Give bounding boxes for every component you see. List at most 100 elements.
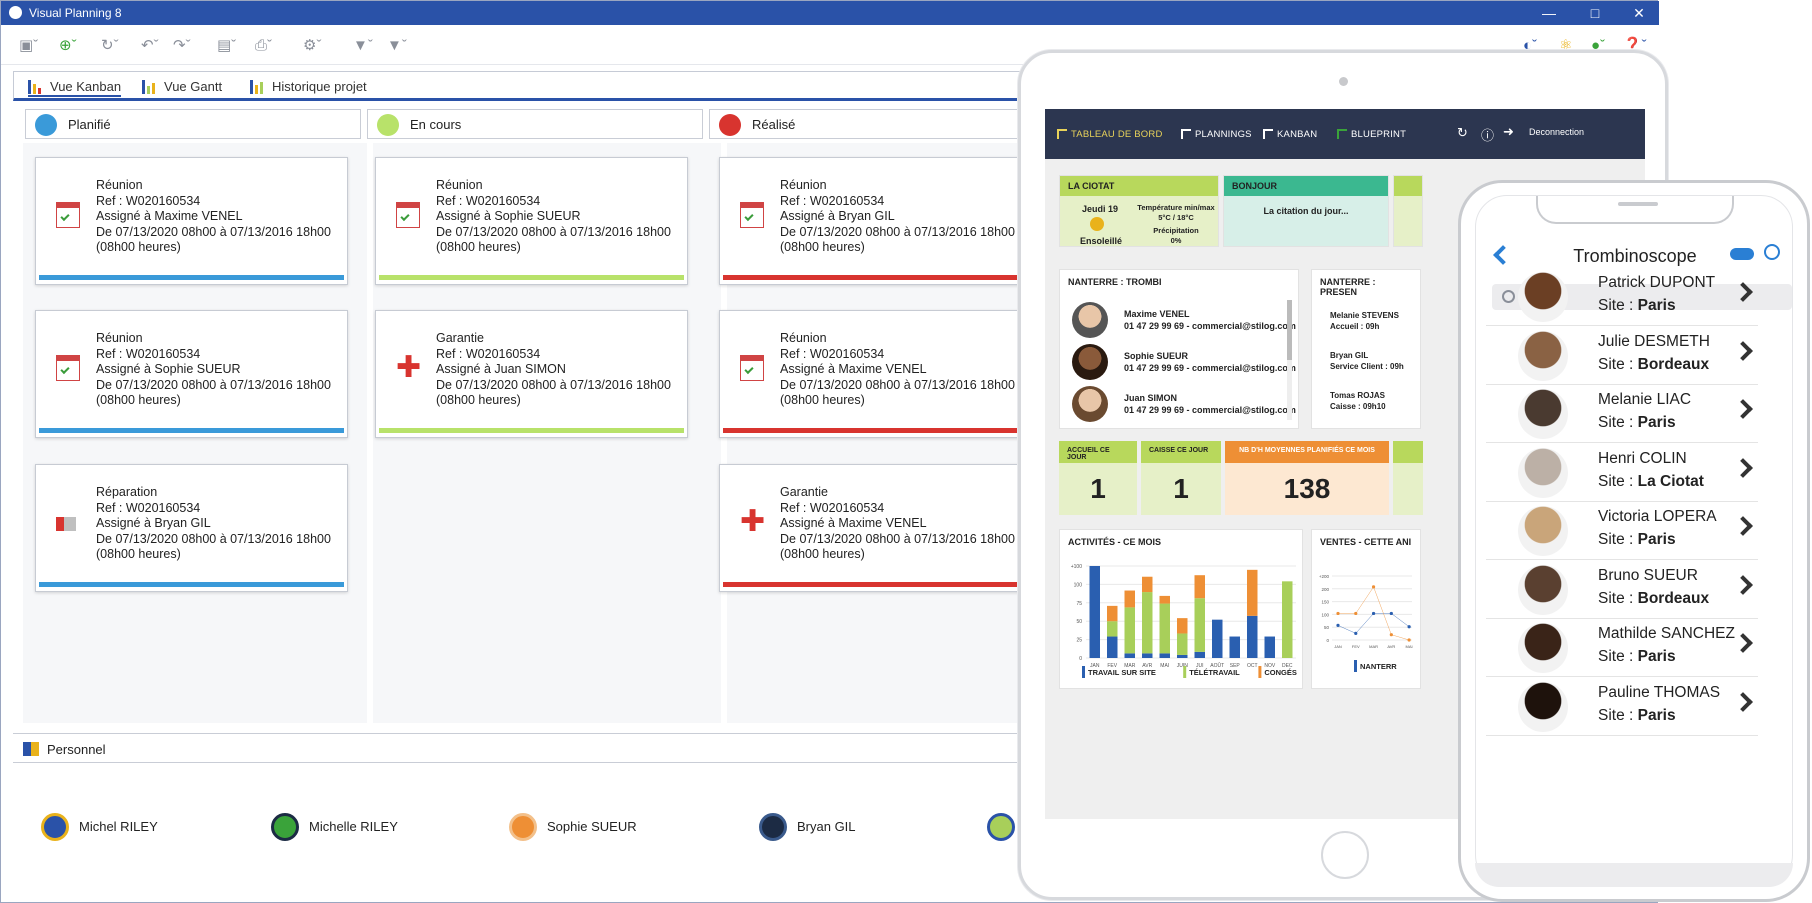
extra-panel (1393, 175, 1423, 247)
avatar (987, 813, 1015, 841)
column-title: En cours (410, 117, 462, 132)
person-site: Site : La Ciotat (1598, 473, 1704, 491)
kanban-card[interactable]: Réunion Ref : W020160534 Assigné à Sophi… (375, 157, 688, 285)
print-icon[interactable]: ⎙ˇ (255, 35, 272, 57)
x-tick-label: MAI (1160, 663, 1169, 669)
tablet-home-button[interactable] (1321, 831, 1369, 879)
person-row[interactable]: Melanie LIAC Site : Paris (1486, 385, 1758, 443)
person-site: Site : Bordeaux (1598, 356, 1709, 374)
display-icon[interactable]: ▤ˇ (217, 35, 236, 57)
history-icon (250, 80, 264, 94)
personnel-title: Personnel (47, 742, 106, 757)
personnel-item[interactable]: Bryan GIL (759, 813, 856, 841)
save-icon[interactable]: ▣ˇ (19, 35, 38, 57)
status-bar (39, 428, 344, 433)
status-bar (379, 428, 684, 433)
person-row[interactable]: Victoria LOPERA Site : Paris (1486, 502, 1758, 560)
column-header-en-cours[interactable]: En cours (367, 109, 703, 139)
kanban-card[interactable]: ✚ Garantie Ref : W020160534 Assigné à Ma… (719, 464, 1032, 592)
activities-bar-chart: 0255075100+100JAN FEV MAR AVR MAI JUIN JUI AOÛT… (1071, 564, 1297, 678)
personnel-item[interactable]: Sophie SUEUR (509, 813, 637, 841)
cloud-icon[interactable] (1730, 248, 1754, 260)
column-header-realise[interactable]: Réalisé (709, 109, 1029, 139)
redo-icon[interactable]: ↷ˇ (173, 35, 191, 57)
personnel-item[interactable]: Michelle RILEY (271, 813, 398, 841)
bar-congs (1194, 575, 1205, 599)
tab-historique-projet[interactable]: Historique projet (250, 77, 367, 97)
kanban-card[interactable]: Réunion Ref : W020160534 Assigné à Bryan… (719, 157, 1032, 285)
person-row[interactable]: Mathilde SANCHEZ Site : Paris (1486, 619, 1758, 677)
scrollbar[interactable] (1287, 300, 1292, 420)
stat-caisse: CAISSE CE JOUR 1 (1141, 441, 1221, 515)
y-tick-label: +100 (1071, 564, 1082, 570)
nav-tableau-de-bord[interactable]: TABLEAU DE BORD (1057, 129, 1163, 140)
weather-condition: Ensoleillé (1080, 236, 1123, 246)
logout-link[interactable]: Deconnection (1529, 127, 1584, 137)
chevron-right-icon (1733, 633, 1753, 653)
bar-travailsursite (1247, 615, 1258, 658)
add-icon[interactable]: ⊕ˇ (59, 35, 77, 57)
bar-congs (1159, 595, 1170, 604)
person-name: Sophie SUEUR (547, 819, 637, 834)
card-text: Réunion Ref : W020160534 Assigné à Sophi… (436, 178, 671, 254)
filter-list-icon[interactable]: ▼ˇ (387, 35, 407, 57)
bar-travailsursite (1229, 636, 1240, 658)
presence-panel: NANTERRE : PRESEN Melanie STEVENS Accueil… (1311, 269, 1421, 429)
stat-value: 1 (1090, 473, 1106, 504)
filter-icon[interactable]: ▼ˇ (353, 35, 373, 57)
weather-title: LA CIOTAT (1060, 176, 1218, 196)
kanban-card[interactable]: Réparation Ref : W020160534 Assigné à Br… (35, 464, 348, 592)
trombi-title: NANTERRE : TROMBI (1068, 277, 1162, 287)
status-bar (723, 428, 1028, 433)
chevron-right-icon (1733, 282, 1753, 302)
card-text: Garantie Ref : W020160534 Assigné à Maxi… (780, 485, 1015, 561)
tab-vue-kanban[interactable]: Vue Kanban (28, 77, 122, 97)
kanban-card[interactable]: Réunion Ref : W020160534 Assigné à Sophi… (35, 310, 348, 438)
tab-vue-gantt[interactable]: Vue Gantt (142, 77, 222, 97)
info-icon[interactable]: ⓘ (1481, 125, 1494, 144)
x-tick-label: MAR (1369, 644, 1378, 649)
status-dot-icon (719, 114, 741, 136)
person-row[interactable]: Bruno SUEUR Site : Bordeaux (1486, 561, 1758, 619)
nav-plannings[interactable]: PLANNINGS (1181, 129, 1252, 140)
ventes-chart-panel: VENTES - CETTE ANI 0 50 100 150 200 +200 JAN FE… (1311, 529, 1421, 689)
kanban-card[interactable]: ✚ Garantie Ref : W020160534 Assigné à Ju… (375, 310, 688, 438)
site-value: Paris (1637, 297, 1676, 314)
refresh-icon[interactable]: ↻ (1457, 125, 1468, 141)
kanban-card[interactable]: Réunion Ref : W020160534 Assigné à Maxim… (35, 157, 348, 285)
close-button[interactable]: ✕ (1619, 3, 1659, 23)
person-name: Pauline THOMAS (1598, 683, 1721, 701)
stat-extra (1393, 441, 1423, 515)
data-point (1336, 623, 1340, 627)
y-tick-label: 50 (1324, 625, 1330, 630)
bar-tltravail (1194, 598, 1205, 652)
bar-congs (1177, 618, 1188, 634)
presence-item: Bryan GIL Service Client : 09h (1330, 350, 1404, 372)
column-header-planifie[interactable]: Planifié (25, 109, 361, 139)
maximize-button[interactable]: □ (1575, 3, 1615, 23)
kanban-card[interactable]: Réunion Ref : W020160534 Assigné à Maxim… (719, 310, 1032, 438)
chevron-right-icon (1733, 516, 1753, 536)
logout-icon[interactable]: ➜ (1503, 124, 1514, 140)
person-row[interactable]: Henri COLIN Site : La Ciotat (1486, 444, 1758, 502)
person-row[interactable]: Pauline THOMAS Site : Paris (1486, 678, 1758, 736)
phone-home-indicator (1475, 863, 1793, 887)
activities-title: ACTIVITÉS - CE MOIS (1068, 537, 1162, 547)
undo-icon[interactable]: ↶ˇ (141, 35, 159, 57)
person-row[interactable]: Patrick DUPONT Site : Paris (1486, 268, 1758, 326)
nav-blueprint[interactable]: BLUEPRINT (1337, 129, 1406, 140)
site-prefix: Site : (1598, 355, 1638, 373)
power-icon[interactable] (1764, 244, 1780, 260)
chevron-right-icon (1733, 457, 1753, 478)
cross-icon: ✚ (396, 351, 422, 384)
person-name: Bryan GIL (797, 819, 856, 834)
card-text: Garantie Ref : W020160534 Assigné à Juan… (436, 331, 671, 407)
minimize-button[interactable]: — (1529, 3, 1569, 23)
site-value: Bordeaux (1637, 355, 1710, 373)
nav-kanban[interactable]: KANBAN (1263, 129, 1317, 140)
refresh-icon[interactable]: ↻ˇ (101, 35, 119, 57)
personnel-item[interactable]: Michel RILEY (41, 813, 158, 841)
settings-icon[interactable]: ⚙ˇ (303, 35, 321, 57)
person-row[interactable]: Julie DESMETH Site : Bordeaux (1486, 327, 1758, 385)
personnel-panel-header[interactable]: Personnel (13, 733, 1023, 763)
